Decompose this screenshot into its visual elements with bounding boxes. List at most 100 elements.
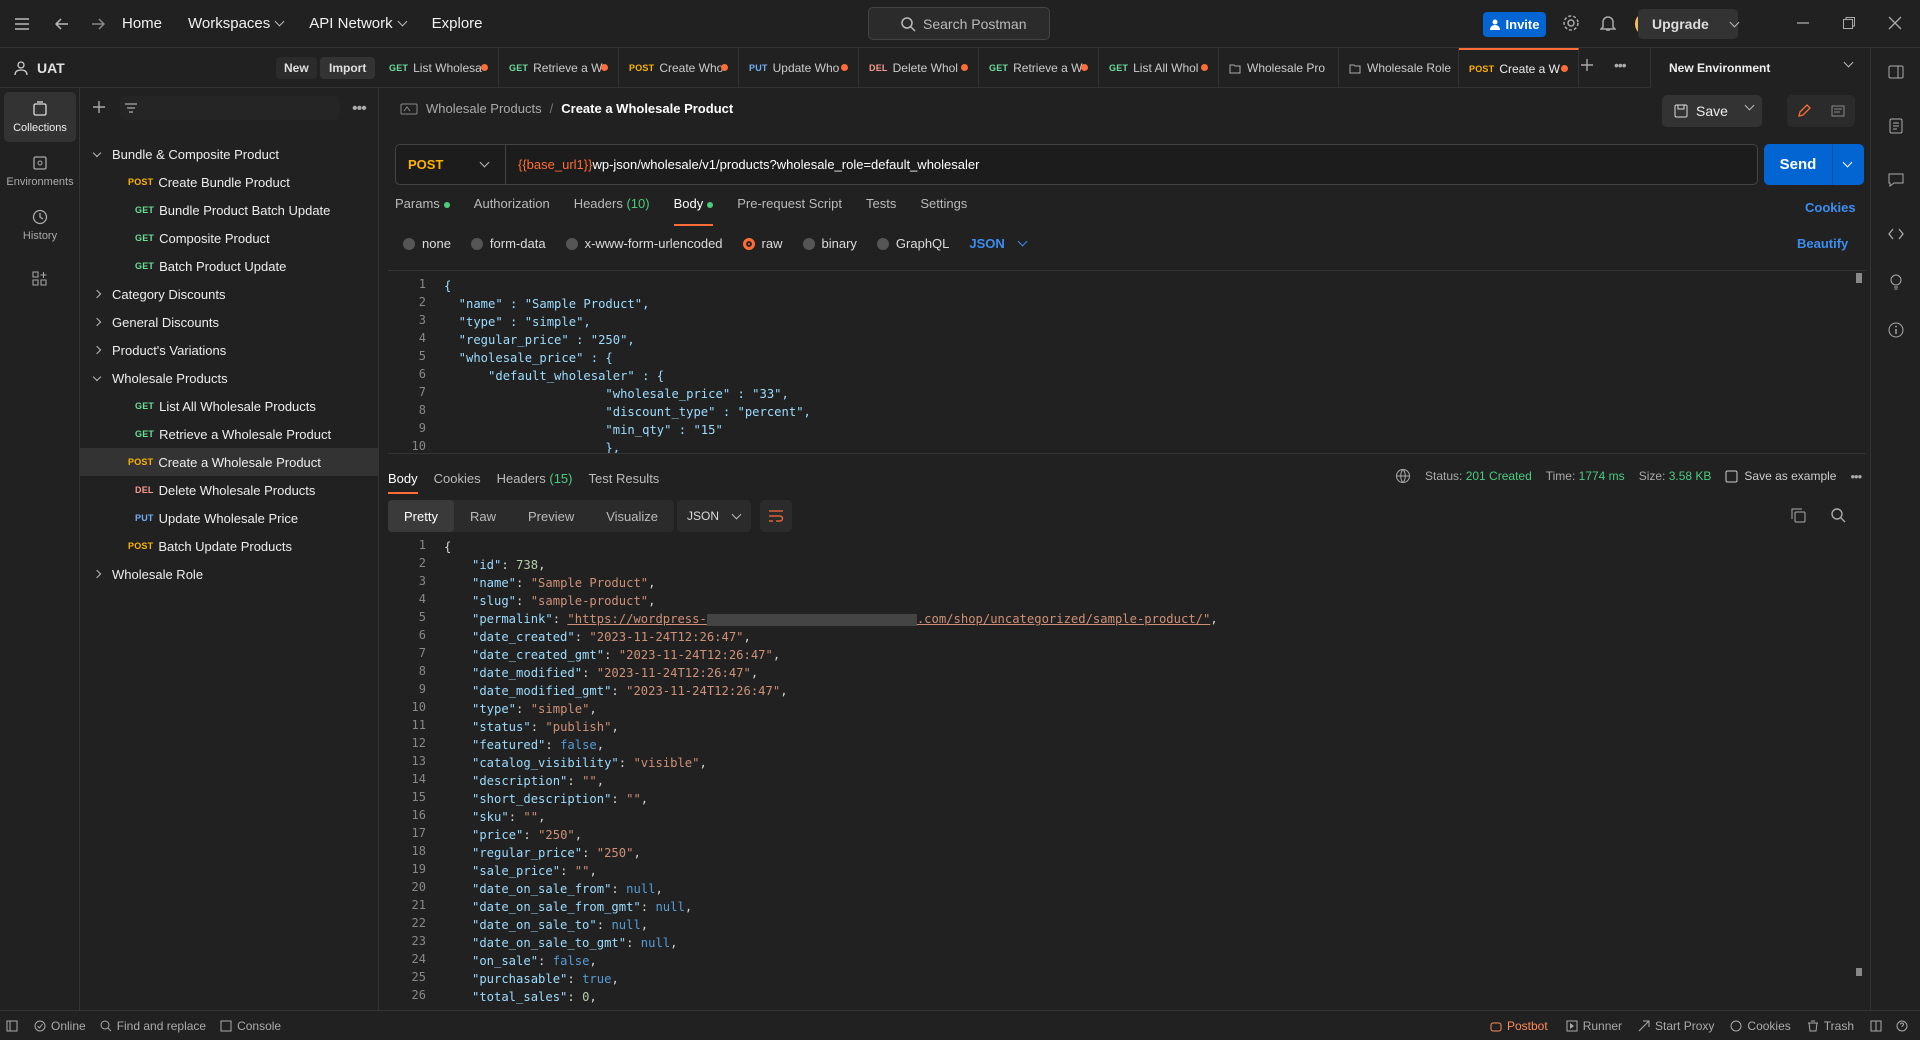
breadcrumb-parent[interactable]: Wholesale Products xyxy=(426,101,542,116)
nav-explore[interactable]: Explore xyxy=(432,15,483,32)
lightbulb-icon[interactable] xyxy=(1871,258,1920,306)
body-format-select[interactable]: JSON xyxy=(969,236,1028,251)
request-tab[interactable]: Wholesale Role xyxy=(1339,48,1459,87)
size-block[interactable]: Size: 3.58 KB xyxy=(1639,469,1712,483)
response-more-icon[interactable]: ••• xyxy=(1850,469,1862,484)
beautify-button[interactable]: Beautify xyxy=(1797,236,1848,251)
rail-add-apps[interactable] xyxy=(4,254,76,304)
invite-button[interactable]: Invite xyxy=(1483,12,1546,37)
tree-request[interactable]: GET Retrieve a Wholesale Product xyxy=(80,420,379,448)
tree-request[interactable]: GET Composite Product xyxy=(80,224,379,252)
import-button[interactable]: Import xyxy=(320,57,376,79)
edit-pencil-icon[interactable] xyxy=(1787,95,1821,127)
console-button[interactable]: Console xyxy=(220,1019,281,1033)
documentation-icon[interactable] xyxy=(1871,102,1920,150)
toggle-sidebar-icon[interactable] xyxy=(6,1020,18,1032)
response-scrollbar[interactable] xyxy=(1856,968,1862,976)
permalink-start[interactable]: "https://wordpress- xyxy=(567,612,706,626)
more-options-icon[interactable]: ••• xyxy=(352,100,367,118)
tab-body[interactable]: Body xyxy=(673,196,714,226)
status-block[interactable]: Status: 201 Created xyxy=(1425,469,1532,483)
new-button[interactable]: New xyxy=(276,57,317,79)
tree-request[interactable]: GET List All Wholesale Products xyxy=(80,392,379,420)
online-status[interactable]: Online xyxy=(34,1019,86,1033)
radio-graphql[interactable]: GraphQL xyxy=(876,236,949,251)
tab-settings[interactable]: Settings xyxy=(920,196,967,226)
tree-request[interactable]: GET Batch Product Update xyxy=(80,252,379,280)
tree-folder[interactable]: Product's Variations xyxy=(80,336,379,364)
radio-urlencoded[interactable]: x-www-form-urlencoded xyxy=(565,236,723,251)
settings-gear-icon[interactable] xyxy=(1562,14,1580,32)
send-button[interactable]: Send xyxy=(1764,144,1864,185)
response-format-select[interactable]: JSON xyxy=(677,500,751,532)
tree-folder[interactable]: Wholesale Role xyxy=(80,560,379,588)
tree-request[interactable]: DEL Delete Wholesale Products xyxy=(80,476,379,504)
tree-request[interactable]: POST Create Bundle Product xyxy=(80,168,379,196)
comments-icon[interactable] xyxy=(1871,156,1920,204)
notifications-bell-icon[interactable] xyxy=(1600,14,1616,32)
tab-tests[interactable]: Tests xyxy=(866,196,896,226)
resp-tab-cookies[interactable]: Cookies xyxy=(434,471,481,486)
postbot-button[interactable]: Postbot xyxy=(1490,1019,1548,1033)
minimize-window-icon[interactable] xyxy=(1796,16,1810,30)
new-tab-plus-icon[interactable] xyxy=(1580,58,1594,72)
tree-folder[interactable]: Category Discounts xyxy=(80,280,379,308)
tree-folder[interactable]: Bundle & Composite Product xyxy=(80,140,379,168)
help-icon[interactable] xyxy=(1896,1020,1908,1032)
search-icon[interactable] xyxy=(1831,508,1846,523)
start-proxy-button[interactable]: Start Proxy xyxy=(1638,1019,1714,1033)
back-arrow-icon[interactable] xyxy=(44,0,80,48)
code-icon[interactable] xyxy=(1871,210,1920,258)
response-body[interactable]: 1 {2 "id": 738, 3 "name": "Sample Product", 4… xyxy=(388,536,1866,1006)
tab-authorization[interactable]: Authorization xyxy=(474,196,550,226)
radio-form-data[interactable]: form-data xyxy=(470,236,546,251)
radio-raw[interactable]: raw xyxy=(742,236,783,251)
save-button[interactable]: Save xyxy=(1662,95,1762,127)
request-tab[interactable]: GET List Wholesa xyxy=(379,48,499,87)
resp-tab-test-results[interactable]: Test Results xyxy=(589,471,660,486)
tab-pre-request-script[interactable]: Pre-request Script xyxy=(737,196,842,226)
request-tab[interactable]: Wholesale Pro xyxy=(1219,48,1339,87)
tree-folder[interactable]: Wholesale Products xyxy=(80,364,379,392)
tree-request[interactable]: POST Batch Update Products xyxy=(80,532,379,560)
url-input[interactable]: {{base_url1}}wp-json/wholesale/v1/produc… xyxy=(506,157,979,172)
request-tab[interactable]: POST Create a W xyxy=(1459,48,1579,87)
rail-collections[interactable]: Collections xyxy=(4,92,76,142)
resp-tab-headers[interactable]: Headers (15) xyxy=(497,471,573,486)
search-bar[interactable]: Search Postman xyxy=(868,7,1050,40)
copy-icon[interactable] xyxy=(1791,508,1806,523)
nav-api-network[interactable]: API Network xyxy=(309,15,408,32)
save-as-example-button[interactable]: Save as example xyxy=(1725,469,1836,483)
environment-selector[interactable]: New Environment xyxy=(1650,48,1870,88)
tree-request[interactable]: POST Create a Wholesale Product xyxy=(80,448,379,476)
request-tab[interactable]: PUT Update Who xyxy=(739,48,859,87)
tree-request[interactable]: GET Bundle Product Batch Update xyxy=(80,196,379,224)
request-tab[interactable]: DEL Delete Whol xyxy=(859,48,979,87)
close-window-icon[interactable] xyxy=(1888,16,1902,30)
tab-headers[interactable]: Headers (10) xyxy=(574,196,650,226)
method-select[interactable]: POST xyxy=(396,145,506,184)
two-pane-icon[interactable] xyxy=(1870,1020,1882,1032)
runner-button[interactable]: Runner xyxy=(1566,1019,1622,1033)
add-collection-plus-icon[interactable] xyxy=(92,100,106,114)
tab-params[interactable]: Params xyxy=(395,196,450,226)
layout-icon[interactable] xyxy=(1871,48,1920,96)
info-icon[interactable] xyxy=(1871,306,1920,354)
breadcrumb-current[interactable]: Create a Wholesale Product xyxy=(561,101,733,116)
tree-folder[interactable]: General Discounts xyxy=(80,308,379,336)
cookies-link[interactable]: Cookies xyxy=(1805,200,1856,215)
permalink-end[interactable]: .com/shop/uncategorized/sample-product/" xyxy=(917,612,1211,626)
nav-home[interactable]: Home xyxy=(122,15,162,32)
trash-button[interactable]: Trash xyxy=(1807,1019,1854,1033)
request-body-editor[interactable]: 1 {2 "name" : "Sample Product", 3 "type" :… xyxy=(388,270,1866,454)
find-replace-button[interactable]: Find and replace xyxy=(100,1019,206,1033)
request-tab[interactable]: POST Create Who xyxy=(619,48,739,87)
resp-tab-body[interactable]: Body xyxy=(388,471,418,494)
forward-arrow-icon[interactable] xyxy=(80,0,116,48)
request-tab[interactable]: GET Retrieve a W xyxy=(499,48,619,87)
comment-view-icon[interactable] xyxy=(1821,95,1855,127)
time-block[interactable]: Time: 1774 ms xyxy=(1546,469,1625,483)
footer-cookies-button[interactable]: Cookies xyxy=(1730,1019,1791,1033)
request-tab[interactable]: GET List All Whol xyxy=(1099,48,1219,87)
radio-none[interactable]: none xyxy=(403,236,451,251)
